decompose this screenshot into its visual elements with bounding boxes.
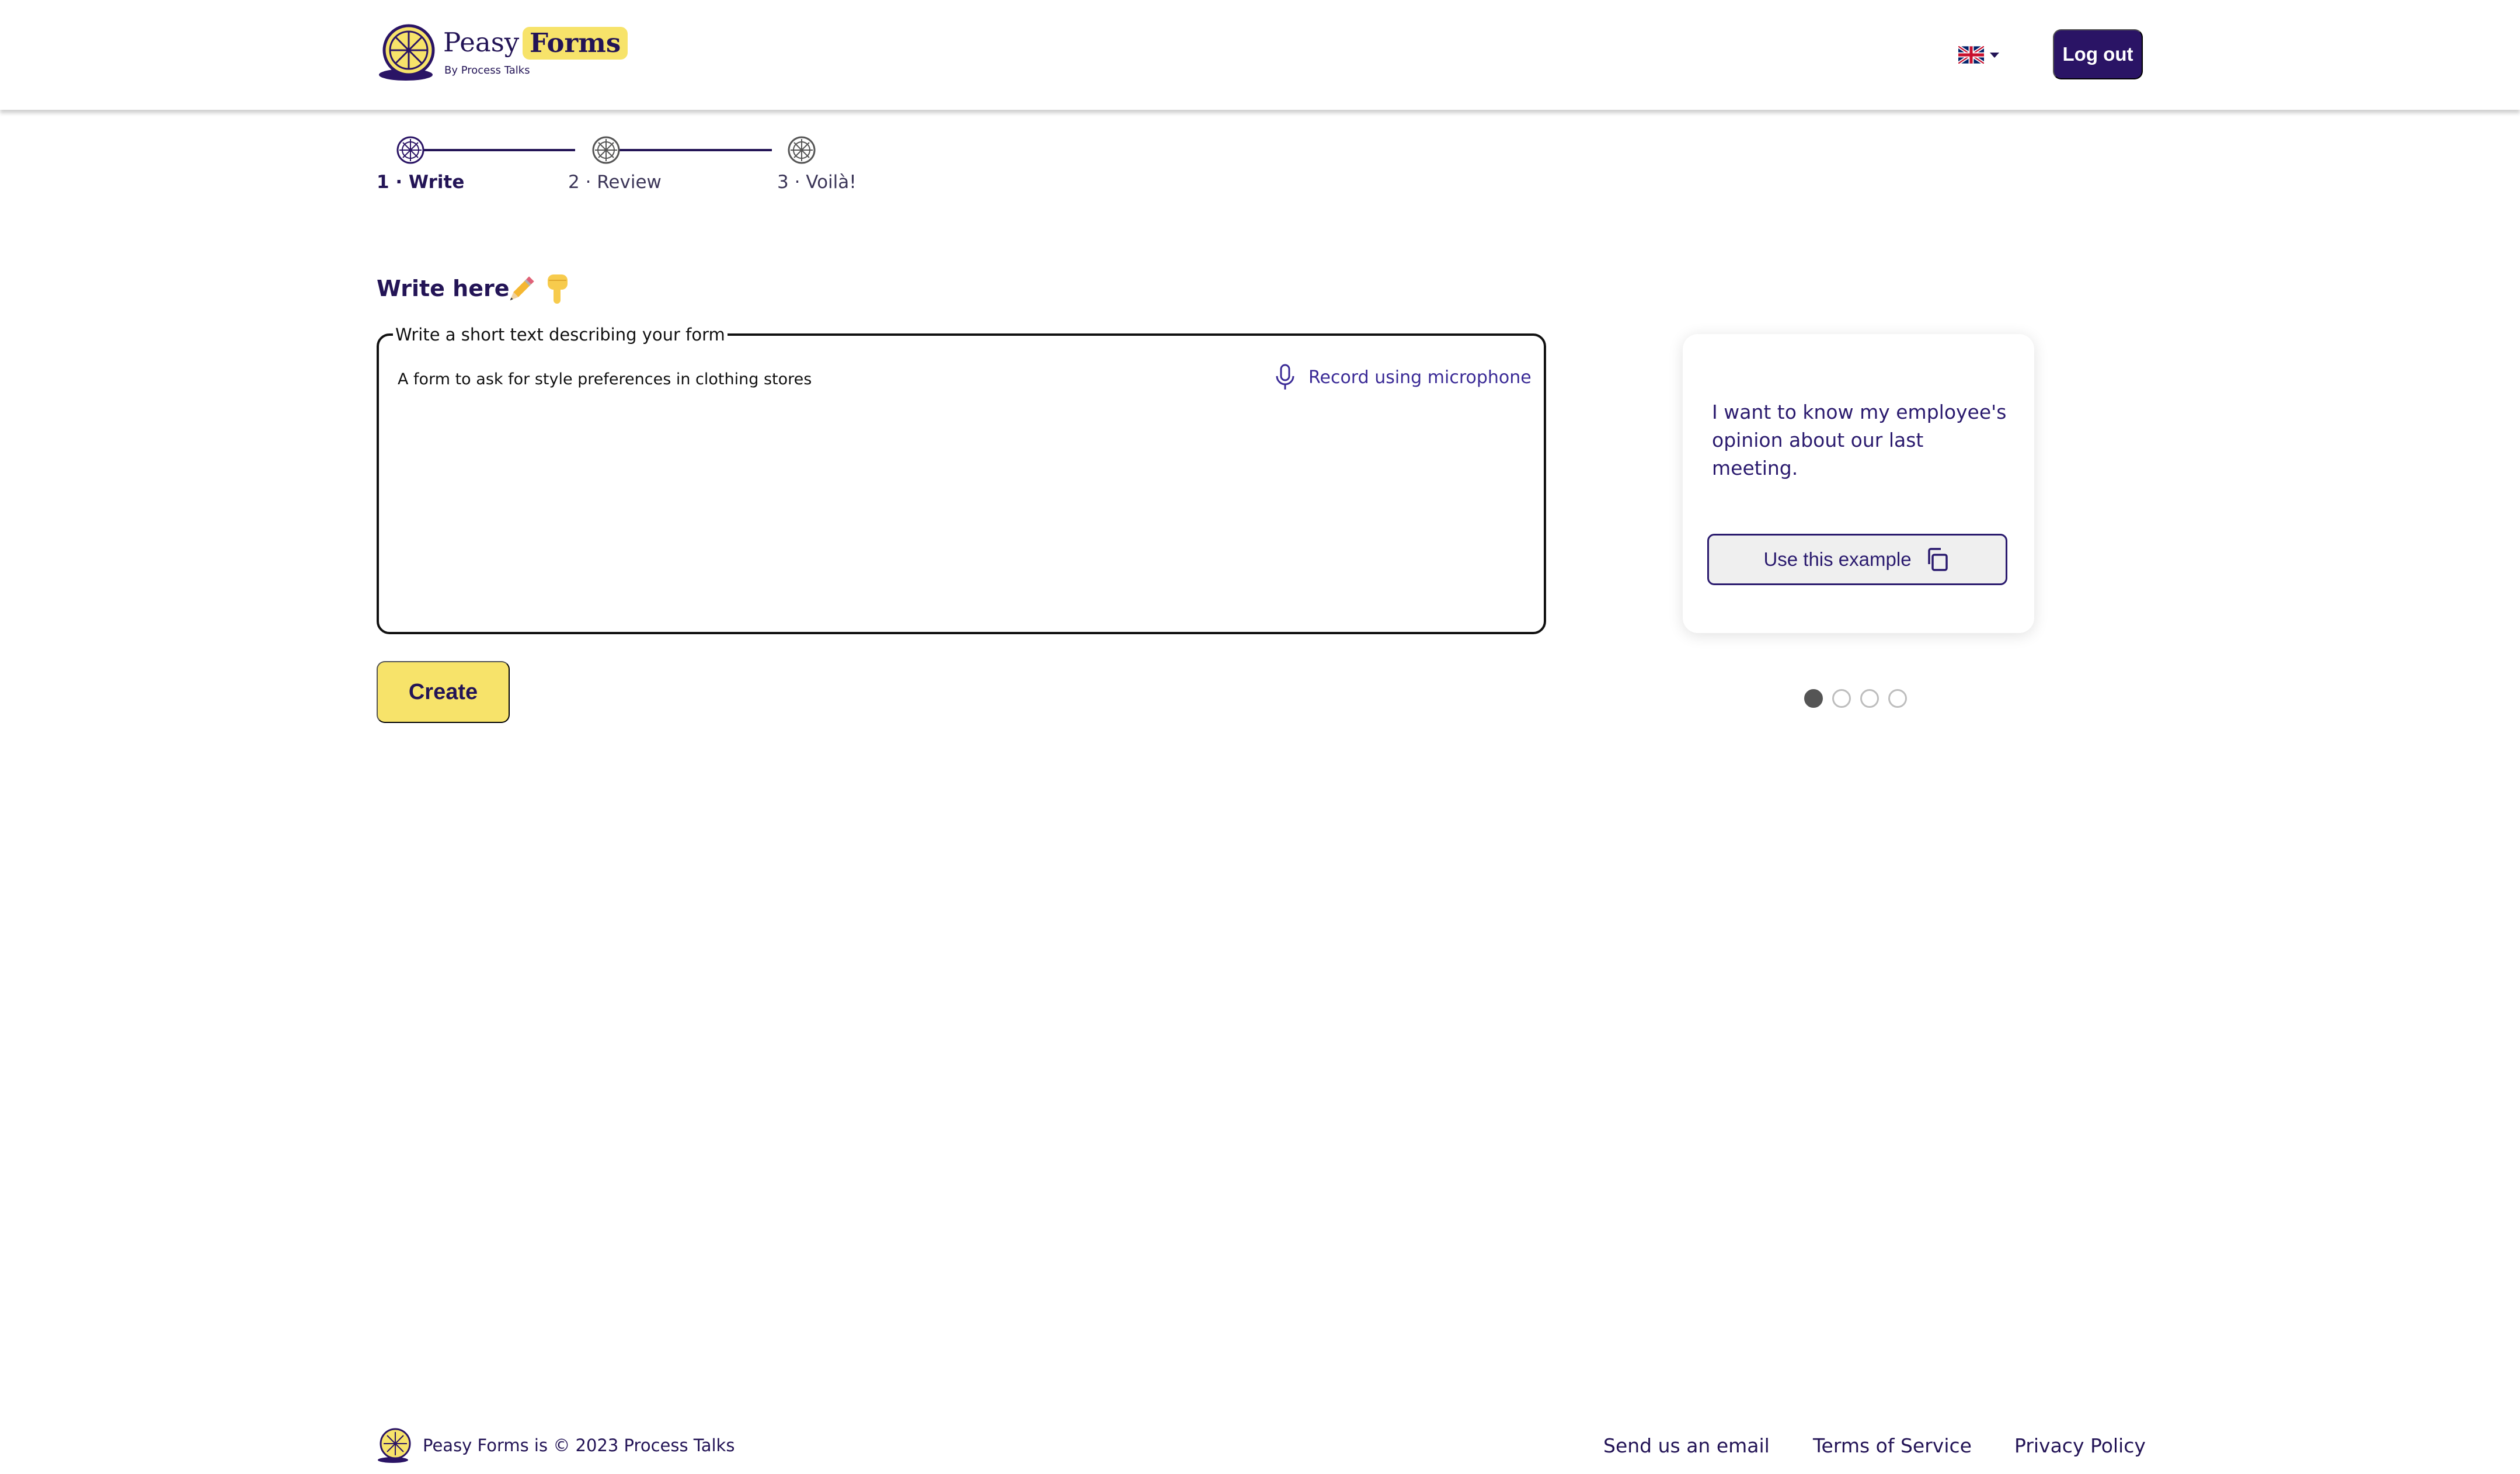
step-label-voila: 3 · Voilà! xyxy=(777,172,857,193)
example-text: I want to know my employee's opinion abo… xyxy=(1712,401,2007,479)
chevron-down-icon xyxy=(1990,52,1999,58)
brand-subtitle: By Process Talks xyxy=(444,64,530,77)
description-field[interactable]: Write a short text describing your form … xyxy=(377,326,1546,634)
carousel-dots xyxy=(1804,689,1907,708)
step-3-lemon-icon xyxy=(788,136,816,164)
logo[interactable]: Peasy Forms By Process Talks xyxy=(377,23,628,82)
use-example-label: Use this example xyxy=(1763,548,1912,570)
carousel-dot[interactable] xyxy=(1832,689,1851,708)
write-heading: Write here xyxy=(377,276,510,301)
step-connector xyxy=(410,149,575,151)
record-microphone-label: Record using microphone xyxy=(1308,367,1532,388)
pencil-icon xyxy=(510,276,534,301)
language-selector[interactable] xyxy=(1958,43,2000,67)
carousel-dot[interactable] xyxy=(1804,689,1823,708)
top-header: Peasy Forms By Process Talks Log out xyxy=(0,0,2520,110)
record-microphone-button[interactable]: Record using microphone xyxy=(1273,361,1532,394)
pointing-down-hand-icon xyxy=(548,274,568,304)
footer-link-terms[interactable]: Terms of Service xyxy=(1813,1434,1972,1457)
lemon-logo-icon xyxy=(379,24,435,81)
description-field-label: Write a short text describing your form xyxy=(395,325,725,345)
copy-icon xyxy=(1927,548,1948,571)
step-label-review: 2 · Review xyxy=(568,172,662,193)
logout-button[interactable]: Log out xyxy=(2053,29,2143,79)
footer-copyright: Peasy Forms is © 2023 Process Talks xyxy=(423,1435,735,1455)
brand-name-forms: Forms xyxy=(523,27,628,60)
use-example-button[interactable]: Use this example xyxy=(1707,534,2007,585)
footer-link-email[interactable]: Send us an email xyxy=(1603,1434,1770,1457)
carousel-dot[interactable] xyxy=(1860,689,1879,708)
step-label-write: 1 · Write xyxy=(377,172,465,193)
description-input[interactable]: A form to ask for style preferences in c… xyxy=(398,370,812,388)
step-1-lemon-icon xyxy=(396,136,424,164)
footer-link-privacy[interactable]: Privacy Policy xyxy=(2014,1434,2146,1457)
footer-lemon-logo-icon xyxy=(378,1428,411,1463)
create-button[interactable]: Create xyxy=(377,661,510,723)
step-connector xyxy=(607,149,772,151)
progress-steps: 1 · Write 2 · Review 3 · Voilà! xyxy=(377,133,861,203)
step-2-lemon-icon xyxy=(592,136,620,164)
uk-flag-icon xyxy=(1958,46,1984,64)
brand-name-peasy: Peasy xyxy=(443,27,520,58)
microphone-icon xyxy=(1276,364,1294,390)
example-card: I want to know my employee's opinion abo… xyxy=(1683,334,2034,633)
carousel-dot[interactable] xyxy=(1888,689,1907,708)
